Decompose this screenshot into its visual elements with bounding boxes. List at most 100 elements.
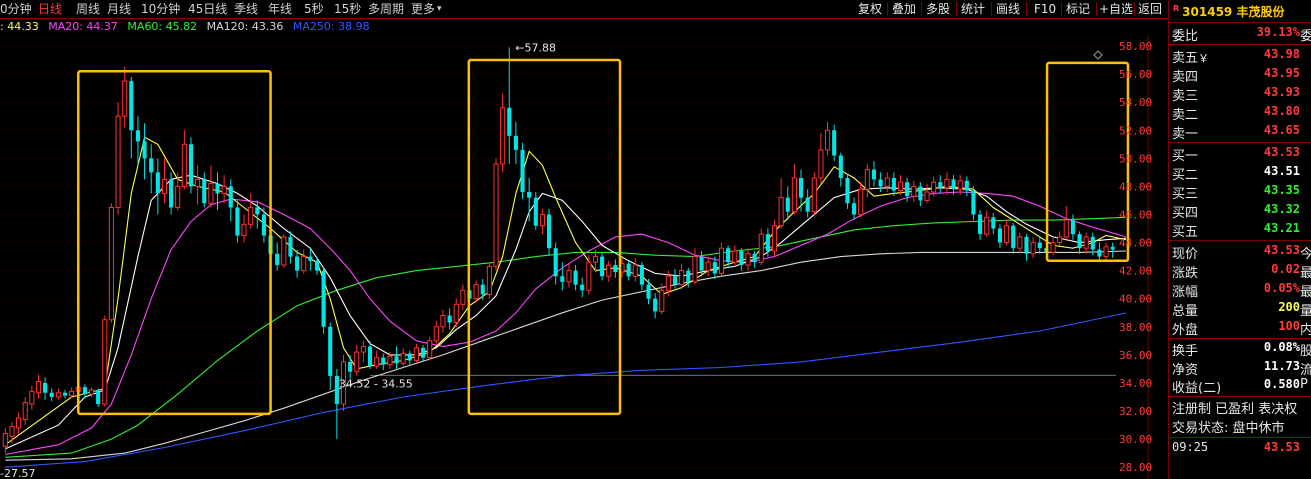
bid-label: 买五	[1172, 225, 1199, 240]
bid-row[interactable]: 买五 43.21	[1169, 220, 1311, 240]
yuan-icon: ￥	[1198, 52, 1210, 65]
tab-multi-period[interactable]: 多周期	[368, 0, 404, 18]
y-tick-label: 30.00	[1119, 433, 1152, 446]
divider	[921, 2, 922, 16]
ask-label: 卖一	[1172, 127, 1199, 142]
candle-body-up	[400, 352, 406, 364]
bid-row[interactable]: 买一 43.53	[1169, 144, 1311, 164]
candle-body-down	[228, 186, 233, 208]
candle-body-down	[613, 265, 618, 273]
fuquan-button[interactable]: 复权	[858, 0, 882, 18]
candle-body-down	[407, 353, 412, 361]
candle-body-down	[639, 265, 644, 285]
ma250-legend: MA250: 38.98	[292, 20, 370, 33]
stats-button[interactable]: 统计	[961, 0, 985, 18]
y-tick-label: 42.00	[1119, 265, 1152, 278]
tab-quarterly[interactable]: 季线	[234, 0, 258, 18]
y-tick-label: 40.00	[1119, 293, 1152, 306]
ask-label: 卖五￥	[1172, 51, 1210, 66]
y-tick-label: 48.00	[1119, 180, 1152, 193]
kline-chart[interactable]: ←57.88 34.52 - 34.55 -27.57 58.00 56.00 54.0…	[0, 35, 1168, 479]
stat-row: 现价 43.53 今	[1169, 242, 1311, 262]
panel-header: R 301459 丰茂股份	[1169, 0, 1311, 23]
candle-body-up	[374, 357, 380, 367]
tab-monthly[interactable]: 月线	[107, 0, 131, 18]
stat-row: 换手 0.08% 股	[1169, 339, 1311, 359]
f10-button[interactable]: F10	[1034, 0, 1056, 18]
ma120-line	[5, 250, 1126, 461]
tab-45day[interactable]: 45日线	[188, 0, 227, 18]
ma20-legend: MA20: 44.37	[48, 20, 118, 33]
multi-stock-button[interactable]: 多股	[926, 0, 950, 18]
stock-tags[interactable]: 注册制 已盈利 表决权	[1172, 398, 1311, 417]
candle-body-up	[745, 253, 751, 266]
mark-button[interactable]: 标记	[1066, 0, 1090, 18]
ask-row[interactable]: 卖二 43.80	[1169, 103, 1311, 123]
y-tick-label: 52.00	[1119, 124, 1152, 137]
candle-body-down	[653, 298, 658, 312]
candle-body-down	[1024, 236, 1029, 254]
tab-yearly[interactable]: 年线	[268, 0, 292, 18]
ma-legend: : 44.33 MA20: 44.37 MA60: 45.82 MA120: 4…	[0, 19, 376, 35]
stat-tail: 量	[1300, 304, 1311, 319]
ask-row[interactable]: 卖三 43.93	[1169, 84, 1311, 104]
divider	[956, 2, 957, 16]
bid-row[interactable]: 买二 43.51	[1169, 163, 1311, 183]
candle-body-down	[964, 180, 969, 191]
candle-body-down	[971, 190, 976, 215]
tab-more[interactable]: 更多	[411, 0, 435, 18]
divider	[1169, 240, 1311, 241]
stat-value: 0.05%	[1263, 281, 1300, 295]
tab-15sec[interactable]: 15秒	[334, 0, 361, 18]
period-toolbar: 0分钟 日线 周线 月线 10分钟 45日线 季线 年线 5秒 15秒 多周期 …	[0, 0, 1168, 19]
overlay-button[interactable]: 叠加	[892, 0, 916, 18]
stat-label: 涨跌	[1172, 266, 1199, 281]
draw-line-button[interactable]: 画线	[996, 0, 1020, 18]
ask-row[interactable]: 卖四 43.95	[1169, 65, 1311, 85]
candle-body-up	[659, 289, 665, 312]
bid-row[interactable]: 买四 43.32	[1169, 201, 1311, 221]
candle-body-down	[513, 135, 518, 150]
candle-body-down	[798, 177, 804, 198]
candle-body-up	[944, 178, 950, 189]
ask-row[interactable]: 卖五￥ 43.98	[1169, 46, 1311, 66]
candle-body-down	[149, 158, 154, 173]
stat-label: 现价	[1172, 247, 1199, 262]
candle-body-down	[261, 214, 266, 236]
candle-body-down	[852, 203, 857, 215]
quote-panel: R 301459 丰茂股份 委比 39.13% 委 卖五￥ 43.98 卖四 43…	[1168, 0, 1311, 479]
candle-body-up	[1004, 225, 1010, 244]
candle-body-up	[221, 185, 227, 194]
candle-body-down	[1077, 234, 1082, 249]
bid-price: 43.53	[1263, 145, 1300, 159]
candle-body-up	[818, 149, 824, 179]
candle-body-down	[991, 217, 996, 229]
tab-daily[interactable]: 日线	[38, 0, 62, 18]
y-tick-label: 54.00	[1119, 96, 1152, 109]
candle-body-down	[321, 270, 326, 327]
tab-weekly[interactable]: 周线	[76, 0, 100, 18]
ma60-line	[5, 216, 1126, 458]
tab-0-min[interactable]: 0分钟	[0, 0, 32, 18]
y-tick-label: 36.00	[1119, 349, 1152, 362]
tab-10min[interactable]: 10分钟	[141, 0, 180, 18]
back-button[interactable]: 返回	[1138, 0, 1162, 18]
candle-body-up	[29, 390, 35, 405]
tab-5sec[interactable]: 5秒	[304, 0, 324, 18]
ask-price: 43.98	[1263, 47, 1300, 61]
bid-row[interactable]: 买三 43.35	[1169, 182, 1311, 202]
chevron-down-icon[interactable]: ▾	[437, 0, 442, 18]
ma5-legend: : 44.33	[0, 20, 39, 33]
candle-body-down	[1097, 249, 1102, 257]
low-price-label: -27.57	[0, 467, 35, 479]
candle-body-down	[142, 141, 147, 159]
webi-value: 39.13%	[1256, 25, 1300, 39]
candle-body-up	[984, 216, 990, 235]
stock-title[interactable]: R 301459 丰茂股份	[1173, 3, 1284, 20]
ask-row[interactable]: 卖一 43.65	[1169, 122, 1311, 142]
stat-tail: 内	[1300, 323, 1311, 338]
stat-value: 43.53	[1263, 243, 1300, 257]
candle-body-up	[632, 264, 638, 277]
add-watchlist-button[interactable]: +自选	[1099, 0, 1133, 18]
candle-body-down	[1037, 242, 1042, 249]
